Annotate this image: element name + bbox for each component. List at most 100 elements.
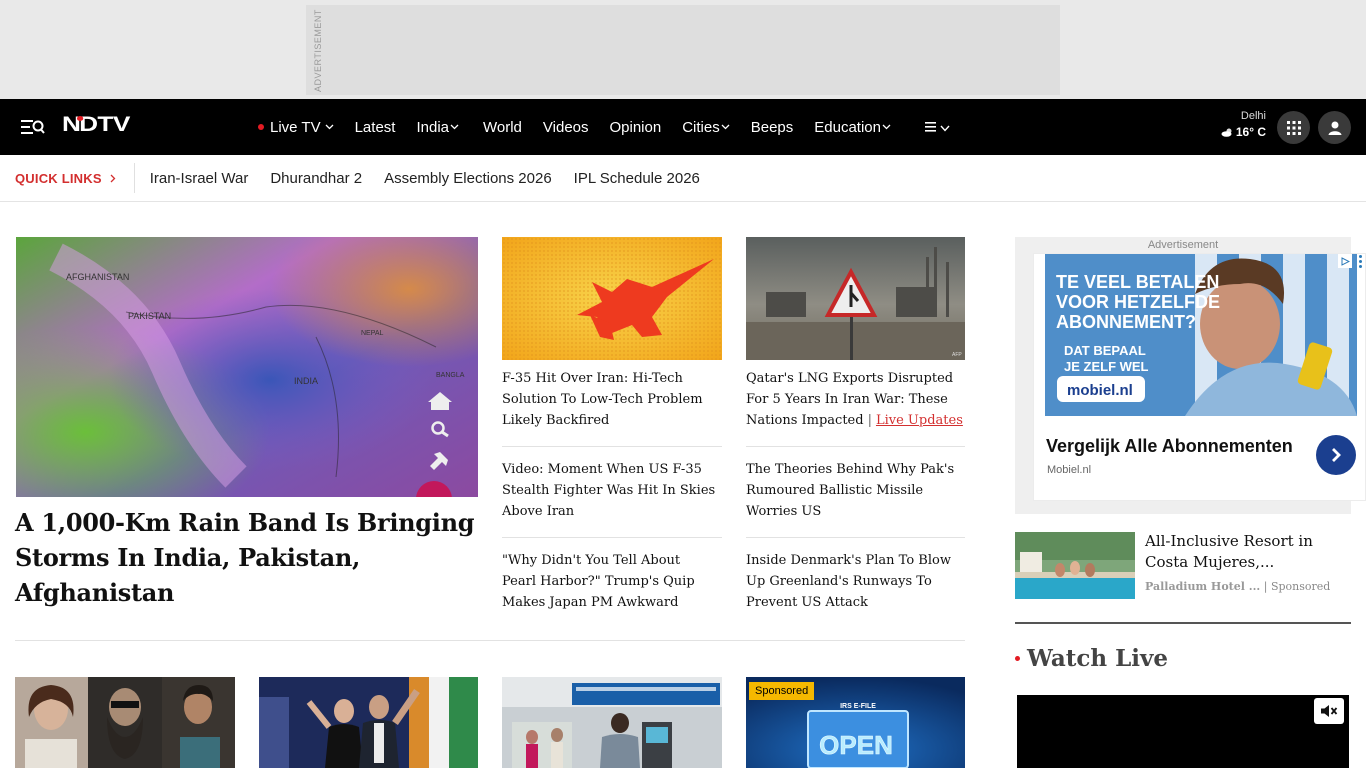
story-headline[interactable]: Video: Moment When US F-35 Stealth Fight…	[502, 459, 718, 522]
sponsored-story-meta: Palladium Hotel ... | Sponsored	[1145, 580, 1330, 593]
logo-text: DTV	[79, 113, 130, 136]
hero-headline[interactable]: A 1,000-Km Rain Band Is Bringing Storms …	[15, 505, 475, 610]
quick-links-bar: QUICK LINKS Iran-Israel War Dhurandhar 2…	[0, 155, 1366, 202]
hero-image-weather-map[interactable]: AFGHANISTAN PAKISTAN NEPAL INDIA BANGLA	[16, 237, 478, 497]
story-divider	[502, 537, 722, 538]
weather-temp: 16° C	[1210, 125, 1266, 139]
live-video-player[interactable]	[1017, 695, 1349, 768]
chevron-down-icon	[450, 122, 459, 132]
nav-item-videos[interactable]: Videos	[543, 119, 589, 136]
nav-item-label: Cities	[682, 118, 720, 136]
sponsored-story-image[interactable]	[1015, 532, 1135, 599]
story-headline-with-live[interactable]: Qatar's LNG Exports Disrupted For 5 Year…	[746, 368, 965, 431]
watch-live-heading: Watch Live	[1015, 645, 1168, 672]
nav-item-label: Beeps	[750, 118, 794, 136]
map-label-afghanistan: AFGHANISTAN	[66, 272, 129, 282]
more-menu-button[interactable]	[924, 119, 950, 136]
right-ad-label: Advertisement	[1147, 239, 1219, 251]
open-sign-text: OPEN	[819, 730, 893, 760]
live-dot-icon	[258, 124, 264, 130]
nav-item-opinion[interactable]: Opinion	[610, 119, 662, 136]
top-ad-slot[interactable]	[306, 5, 1060, 95]
nav-item-live-tv[interactable]: Live TV	[258, 119, 334, 136]
nav-item-india[interactable]: India	[416, 119, 459, 136]
weather-city: Delhi	[1240, 110, 1266, 122]
bottom-story-image-3[interactable]	[502, 677, 722, 768]
quick-links-label[interactable]: QUICK LINKS	[15, 171, 116, 186]
speaker-muted-icon	[1321, 705, 1338, 717]
ad-creative-line: TE VEEL BETALEN	[1056, 272, 1219, 292]
ad-creative-subline: JE ZELF WEL	[1064, 359, 1149, 374]
nav-item-latest[interactable]: Latest	[355, 119, 396, 136]
map-label-india: INDIA	[294, 376, 318, 386]
right-ad-creative[interactable]: TE VEEL BETALEN VOOR HETZELFDE ABONNEMEN…	[1045, 254, 1357, 416]
sponsored-badge: Sponsored	[749, 682, 815, 700]
grid-icon	[1286, 120, 1301, 135]
top-ad-label: ADVERTISEMENT	[313, 9, 323, 92]
chevron-right-icon	[110, 171, 116, 186]
nav-item-label: World	[483, 118, 522, 136]
nav-item-education[interactable]: Education	[814, 119, 891, 136]
menu-search-icon[interactable]	[21, 117, 45, 137]
story-headline[interactable]: Inside Denmark's Plan To Blow Up Greenla…	[746, 550, 965, 613]
nav-item-label: Education	[814, 118, 881, 136]
story-divider	[746, 537, 965, 538]
map-label-bangla: BANGLA	[436, 372, 465, 379]
separator: |	[1263, 580, 1271, 593]
nav-item-label: Latest	[354, 118, 396, 136]
quick-link-assembly-elections[interactable]: Assembly Elections 2026	[384, 170, 552, 187]
adchoices-icon[interactable]	[1338, 254, 1352, 268]
story-divider	[746, 446, 965, 447]
ad-brand-logo: mobiel.nl	[1067, 382, 1133, 399]
nav-item-label: Videos	[542, 118, 589, 136]
chevron-down-icon	[940, 119, 950, 136]
chevron-down-icon	[721, 122, 730, 132]
bottom-story-image-2[interactable]	[259, 677, 478, 768]
hamburger-icon	[924, 119, 937, 136]
cloud-sun-icon	[1221, 128, 1232, 137]
weather-temp-text: 16° C	[1235, 125, 1266, 139]
user-account-button[interactable]	[1318, 111, 1351, 144]
story-image-f35[interactable]	[502, 237, 722, 360]
right-ad-headline[interactable]: Vergelijk Alle Abonnementen	[1046, 436, 1293, 457]
image-credit: AFP	[952, 352, 962, 358]
story-image-qatar-lng[interactable]: AFP	[746, 237, 965, 360]
dot	[1358, 259, 1362, 263]
sponsored-tag: Sponsored	[1270, 580, 1331, 593]
nav-item-world[interactable]: World	[483, 119, 522, 136]
dot	[1358, 264, 1362, 268]
watch-live-text: Watch Live	[1027, 645, 1168, 672]
quick-links-text: QUICK LINKS	[15, 170, 102, 186]
story-headline[interactable]: The Theories Behind Why Pak's Rumoured B…	[746, 459, 965, 522]
ad-more-options-icon[interactable]	[1354, 254, 1366, 268]
live-dot-icon	[1015, 656, 1020, 661]
apps-grid-button[interactable]	[1277, 111, 1310, 144]
ad-creative-line: VOOR HETZELFDE	[1056, 292, 1220, 312]
quick-link-dhurandhar-2[interactable]: Dhurandhar 2	[270, 170, 362, 187]
chevron-down-icon	[325, 122, 334, 132]
right-ad-domain: Mobiel.nl	[1047, 464, 1092, 476]
chevron-down-icon	[882, 122, 891, 132]
nav-item-beeps[interactable]: Beeps	[751, 119, 794, 136]
section-divider	[15, 640, 965, 641]
story-headline[interactable]: "Why Didn't You Tell About Pearl Harbor?…	[502, 550, 718, 613]
bottom-story-image-1[interactable]	[15, 677, 235, 768]
weather-widget[interactable]: Delhi 16° C	[1210, 110, 1266, 139]
irs-efile-text: IRS E-FILE	[840, 703, 876, 710]
main-navbar: NDTV Live TV Latest India World Videos O…	[0, 99, 1366, 155]
dot	[1358, 254, 1362, 258]
map-label-pakistan: PAKISTAN	[128, 311, 171, 321]
mute-button[interactable]	[1314, 698, 1344, 724]
nav-item-cities[interactable]: Cities	[682, 119, 730, 136]
story-headline[interactable]: F-35 Hit Over Iran: Hi-Tech Solution To …	[502, 368, 718, 431]
user-icon	[1328, 121, 1341, 135]
ad-arrow-button[interactable]	[1316, 435, 1356, 475]
quick-link-iran-israel-war[interactable]: Iran-Israel War	[150, 170, 249, 187]
quick-link-ipl-schedule[interactable]: IPL Schedule 2026	[574, 170, 700, 187]
nav-item-label: India	[416, 118, 449, 136]
sponsored-story-title[interactable]: All-Inclusive Resort in Costa Mujeres,..…	[1145, 531, 1345, 573]
ndtv-logo[interactable]: NDTV	[62, 113, 130, 137]
live-updates-link[interactable]: Live Updates	[876, 413, 963, 428]
nav-items: Live TV Latest India World Videos Opinio…	[258, 99, 950, 155]
chevron-right-icon	[1332, 448, 1341, 462]
